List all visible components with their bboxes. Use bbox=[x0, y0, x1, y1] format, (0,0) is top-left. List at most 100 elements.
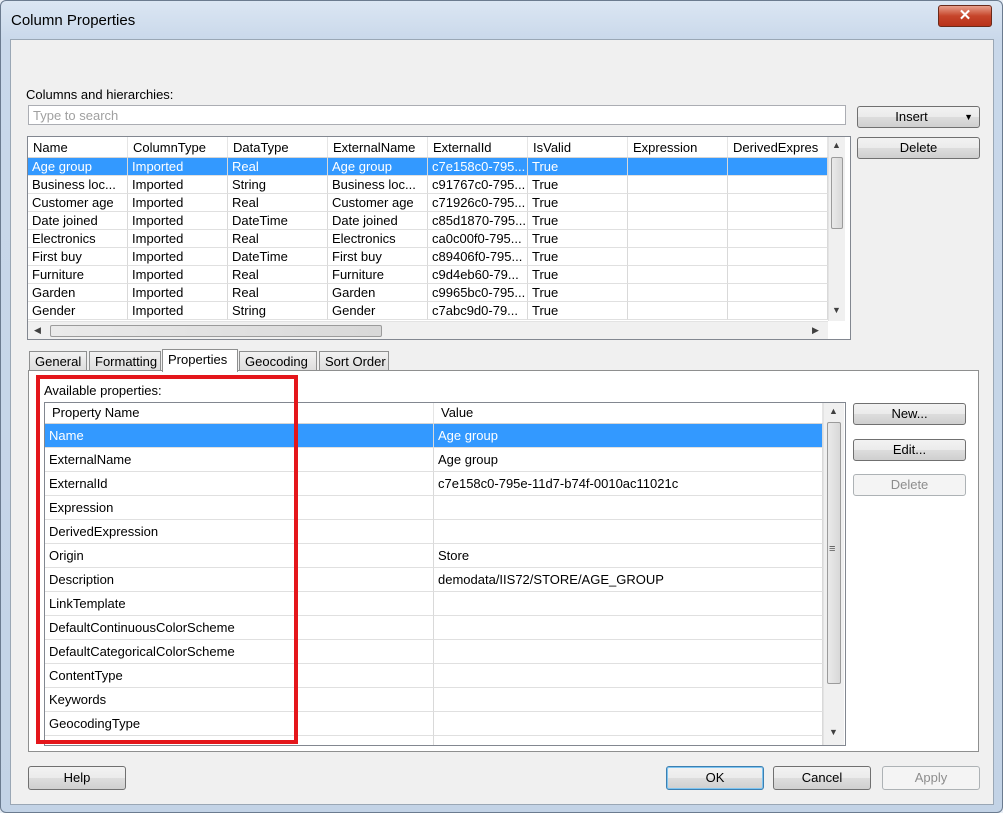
columns-hscroll-thumb[interactable] bbox=[50, 325, 382, 337]
property-row[interactable]: ExternalId c7e158c0-795e-11d7-b74f-0010ac… bbox=[45, 472, 823, 496]
table-cell: Imported bbox=[128, 248, 228, 266]
columns-vertical-scrollbar[interactable]: ▲ ▼ bbox=[828, 137, 845, 321]
delete-column-button[interactable]: Delete bbox=[857, 137, 980, 159]
column-header[interactable]: ExternalName bbox=[328, 137, 428, 157]
property-name-cell: Expression bbox=[45, 496, 434, 520]
table-cell: Imported bbox=[128, 176, 228, 194]
property-row[interactable]: Keywords bbox=[45, 688, 823, 712]
scroll-up-icon[interactable]: ▲ bbox=[826, 406, 841, 416]
table-cell: Furniture bbox=[28, 266, 128, 284]
table-cell bbox=[728, 158, 828, 176]
property-row[interactable]: Description demodata/IIS72/STORE/AGE_GROU… bbox=[45, 568, 823, 592]
scroll-down-icon[interactable]: ▼ bbox=[829, 305, 844, 315]
property-row[interactable]: Origin Store bbox=[45, 544, 823, 568]
property-value-cell bbox=[434, 592, 823, 616]
property-value-cell bbox=[434, 688, 823, 712]
column-header[interactable]: DerivedExpres bbox=[728, 137, 828, 157]
scroll-left-icon[interactable]: ◀ bbox=[30, 325, 45, 336]
property-row[interactable]: Name Age group bbox=[45, 424, 823, 448]
insert-button[interactable]: Insert ▼ bbox=[857, 106, 980, 128]
table-cell: True bbox=[528, 230, 628, 248]
table-cell: c89406f0-795... bbox=[428, 248, 528, 266]
property-name-cell: ExternalId bbox=[45, 472, 434, 496]
tab-formatting[interactable]: Formatting bbox=[89, 351, 161, 371]
table-row[interactable]: Gender Imported String Gender c7abc9d0-79...… bbox=[28, 302, 828, 320]
header-value[interactable]: Value bbox=[434, 403, 823, 423]
cancel-button[interactable]: Cancel bbox=[773, 766, 871, 790]
properties-table-header: Property Name Value bbox=[45, 403, 823, 424]
table-cell: c9d4eb60-79... bbox=[428, 266, 528, 284]
table-row[interactable]: Furniture Imported Real Furniture c9d4eb60-7… bbox=[28, 266, 828, 284]
columns-vscroll-thumb[interactable] bbox=[831, 157, 843, 229]
table-row[interactable]: Date joined Imported DateTime Date joined c8… bbox=[28, 212, 828, 230]
property-row[interactable]: ContentType bbox=[45, 664, 823, 688]
tab-properties[interactable]: Properties bbox=[162, 349, 238, 372]
column-header[interactable]: ColumnType bbox=[128, 137, 228, 157]
tab-sort-order[interactable]: Sort Order bbox=[319, 351, 389, 371]
apply-button[interactable]: Apply bbox=[882, 766, 980, 790]
dialog-client-area: Columns and hierarchies: Insert ▼ Delete… bbox=[10, 39, 994, 805]
table-cell: Real bbox=[228, 230, 328, 248]
scroll-down-icon[interactable]: ▼ bbox=[826, 727, 841, 737]
table-cell bbox=[728, 248, 828, 266]
properties-table: Property Name Value Name Age group Externa… bbox=[44, 402, 846, 746]
table-cell: Imported bbox=[128, 302, 228, 320]
column-header[interactable]: IsValid bbox=[528, 137, 628, 157]
new-property-button[interactable]: New... bbox=[853, 403, 966, 425]
table-cell: ca0c00f0-795... bbox=[428, 230, 528, 248]
properties-vertical-scrollbar[interactable]: ▲ ≡ ▼ bbox=[823, 403, 844, 745]
table-cell: Age group bbox=[28, 158, 128, 176]
column-header[interactable]: Name bbox=[28, 137, 128, 157]
column-header[interactable]: Expression bbox=[628, 137, 728, 157]
property-row[interactable]: LinkTemplate bbox=[45, 592, 823, 616]
tab-geocoding[interactable]: Geocoding bbox=[239, 351, 317, 371]
table-row[interactable]: Age group Imported Real Age group c7e158c0-7… bbox=[28, 158, 828, 176]
table-row[interactable]: Garden Imported Real Garden c9965bc0-795... T… bbox=[28, 284, 828, 302]
search-input[interactable] bbox=[29, 106, 845, 124]
column-header[interactable]: DataType bbox=[228, 137, 328, 157]
table-cell: Customer age bbox=[328, 194, 428, 212]
property-value-cell bbox=[434, 496, 823, 520]
ok-button[interactable]: OK bbox=[666, 766, 764, 790]
table-cell: True bbox=[528, 158, 628, 176]
column-header[interactable]: ExternalId bbox=[428, 137, 528, 157]
table-row[interactable]: Electronics Imported Real Electronics ca0c00… bbox=[28, 230, 828, 248]
search-box[interactable] bbox=[28, 105, 846, 125]
table-cell bbox=[628, 212, 728, 230]
table-cell: Electronics bbox=[328, 230, 428, 248]
property-value-cell: c7e158c0-795e-11d7-b74f-0010ac11021c bbox=[434, 472, 823, 496]
table-cell: Customer age bbox=[28, 194, 128, 212]
scroll-up-icon[interactable]: ▲ bbox=[829, 140, 844, 150]
header-property-name[interactable]: Property Name bbox=[45, 403, 434, 423]
grip-icon: ≡ bbox=[829, 543, 836, 555]
table-cell: Imported bbox=[128, 212, 228, 230]
property-row[interactable]: DefaultCategoricalColorScheme bbox=[45, 640, 823, 664]
table-row[interactable]: Customer age Imported Real Customer age c719… bbox=[28, 194, 828, 212]
table-cell: True bbox=[528, 302, 628, 320]
property-row[interactable]: DefaultContinuousColorScheme bbox=[45, 616, 823, 640]
property-row[interactable]: DerivedExpression bbox=[45, 520, 823, 544]
tab-general[interactable]: General bbox=[29, 351, 87, 371]
columns-horizontal-scrollbar[interactable]: ◀ ▶ bbox=[28, 321, 828, 339]
property-row[interactable]: GeocodingType bbox=[45, 712, 823, 736]
help-button[interactable]: Help bbox=[28, 766, 126, 790]
close-icon: ✕ bbox=[958, 7, 972, 24]
property-row[interactable]: ExternalName Age group bbox=[45, 448, 823, 472]
title-bar[interactable]: Column Properties ✕ bbox=[1, 1, 1002, 39]
properties-vscroll-thumb[interactable]: ≡ bbox=[827, 422, 841, 684]
table-cell bbox=[728, 284, 828, 302]
table-cell: Imported bbox=[128, 230, 228, 248]
table-row[interactable]: Business loc... Imported String Business lo… bbox=[28, 176, 828, 194]
table-row[interactable]: First buy Imported DateTime First buy c89406… bbox=[28, 248, 828, 266]
property-row[interactable]: Expression bbox=[45, 496, 823, 520]
scroll-right-icon[interactable]: ▶ bbox=[808, 325, 823, 336]
table-cell bbox=[628, 302, 728, 320]
table-cell: String bbox=[228, 302, 328, 320]
edit-property-button[interactable]: Edit... bbox=[853, 439, 966, 461]
property-row-empty bbox=[45, 736, 823, 745]
property-name-cell: Keywords bbox=[45, 688, 434, 712]
table-cell: Business loc... bbox=[328, 176, 428, 194]
delete-property-button[interactable]: Delete bbox=[853, 474, 966, 496]
property-name-cell: LinkTemplate bbox=[45, 592, 434, 616]
close-button[interactable]: ✕ bbox=[938, 5, 992, 27]
